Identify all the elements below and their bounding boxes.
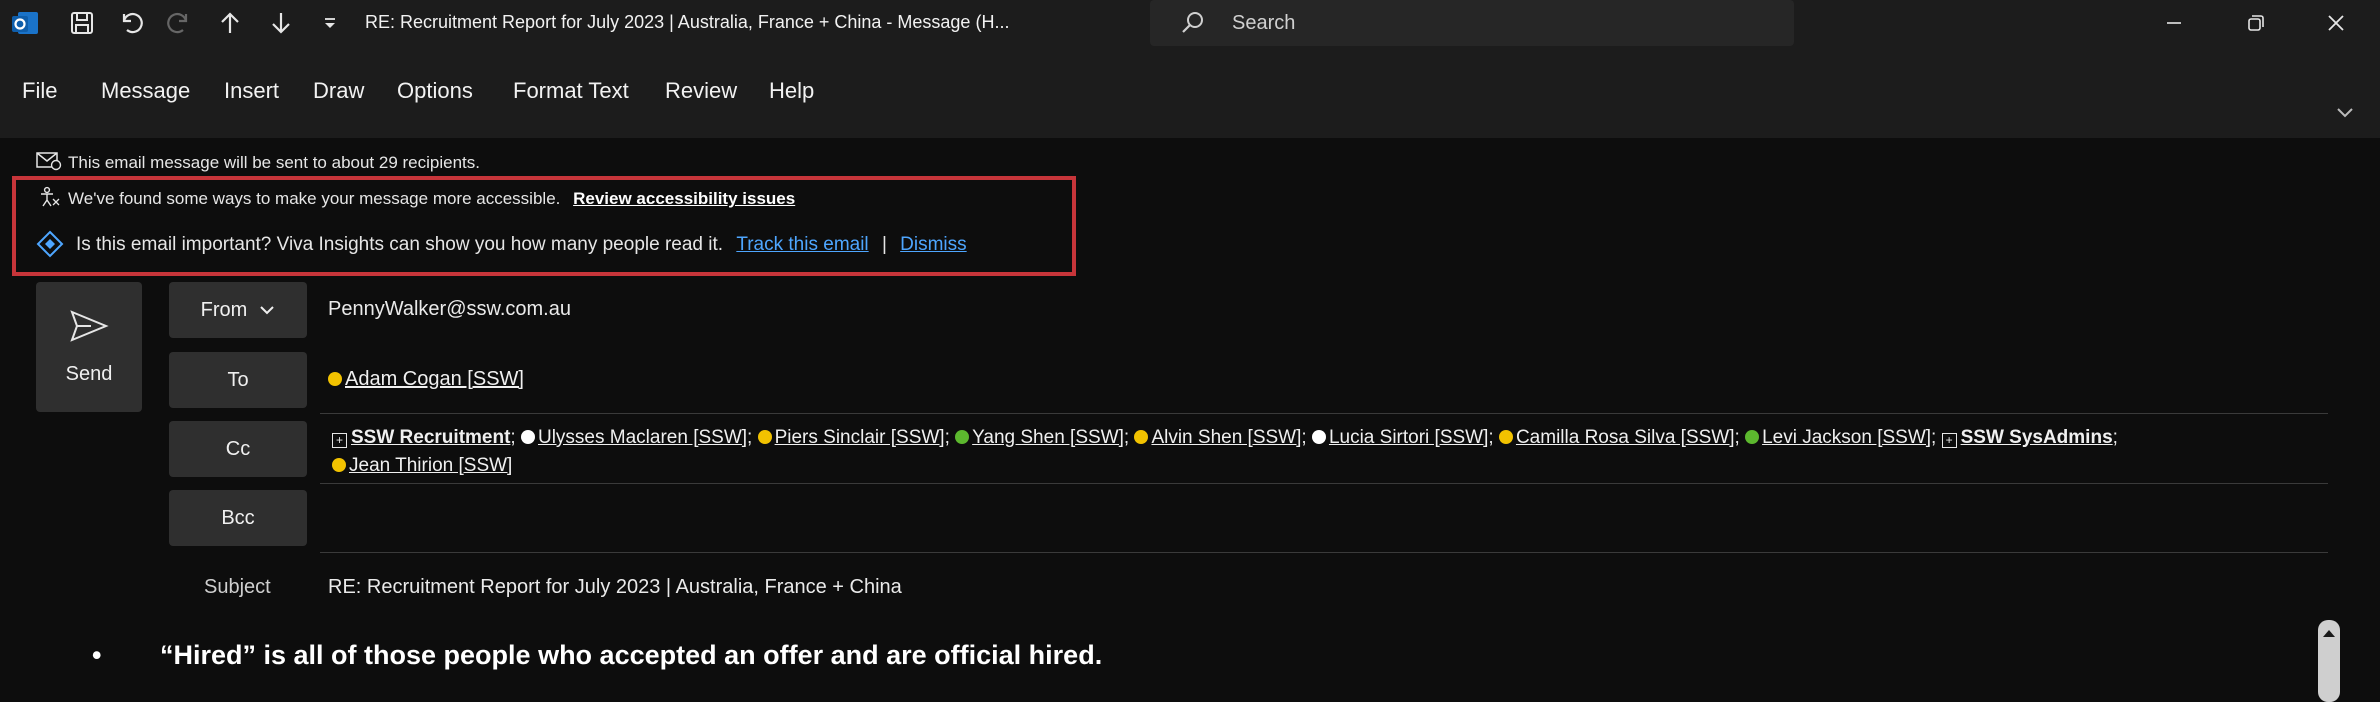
to-field[interactable]: Adam Cogan [SSW] — [328, 368, 524, 391]
send-button[interactable]: Send — [36, 282, 142, 412]
search-icon — [1180, 10, 1206, 41]
presence-offline-icon — [1311, 430, 1326, 444]
presence-available-icon — [1745, 430, 1760, 444]
field-divider — [320, 552, 2328, 553]
body-bullet-text: “Hired” is all of those people who accep… — [160, 640, 1103, 670]
menu-format-text[interactable]: Format Text — [513, 78, 629, 104]
restore-icon[interactable] — [2236, 6, 2276, 40]
minimize-icon[interactable] — [2154, 6, 2194, 40]
redo-icon[interactable] — [162, 6, 196, 40]
bcc-field[interactable] — [320, 490, 2328, 546]
recipient-chip[interactable]: SSW SysAdmins — [1961, 427, 2113, 448]
recipient-chip[interactable]: Piers Sinclair [SSW] — [775, 427, 945, 448]
search-label: Search — [1232, 12, 1296, 34]
presence-away-icon — [328, 372, 342, 386]
from-button[interactable]: From — [169, 282, 307, 338]
scroll-up-icon[interactable] — [2322, 628, 2336, 638]
recipient-chip[interactable]: Alvin Shen [SSW] — [1151, 427, 1301, 448]
recipient-chip[interactable]: Lucia Sirtori [SSW] — [1329, 427, 1488, 448]
recipients-mail-icon — [36, 150, 62, 177]
recipient-chip[interactable]: SSW Recruitment — [351, 427, 510, 448]
close-icon[interactable] — [2316, 6, 2356, 40]
recipient-chip[interactable]: Jean Thirion [SSW] — [349, 455, 512, 476]
field-divider — [320, 413, 2328, 414]
from-value: PennyWalker@ssw.com.au — [328, 298, 571, 320]
menu-help[interactable]: Help — [769, 78, 814, 104]
recipient-chip[interactable]: Adam Cogan [SSW] — [345, 368, 524, 390]
cc-field[interactable]: + SSW Recruitment; Ulysses Maclaren [SSW]… — [332, 424, 2118, 480]
send-icon — [69, 309, 109, 349]
window-title: RE: Recruitment Report for July 2023 | A… — [365, 12, 1010, 32]
bcc-label: Bcc — [221, 506, 255, 529]
presence-away-icon — [1498, 430, 1513, 444]
customize-toolbar-icon[interactable] — [313, 6, 347, 40]
from-label: From — [200, 298, 248, 321]
menu-message[interactable]: Message — [101, 78, 190, 104]
to-label: To — [227, 368, 249, 391]
group-expand-icon: + — [1941, 433, 1957, 448]
subject-field[interactable]: RE: Recruitment Report for July 2023 | A… — [328, 576, 902, 599]
cc-label: Cc — [225, 437, 251, 460]
down-arrow-icon[interactable] — [264, 6, 298, 40]
field-divider — [320, 483, 2328, 484]
cc-button[interactable]: Cc — [169, 421, 307, 477]
send-label: Send — [65, 362, 113, 385]
bullet-marker: • — [92, 640, 102, 670]
recipient-chip[interactable]: Yang Shen [SSW] — [972, 427, 1124, 448]
presence-away-icon — [332, 458, 346, 472]
menu-options[interactable]: Options — [397, 78, 473, 104]
bcc-button[interactable]: Bcc — [169, 490, 307, 546]
subject-label: Subject — [204, 576, 271, 598]
menu-file[interactable]: File — [22, 78, 57, 104]
presence-away-icon — [1134, 430, 1149, 444]
menu-draw[interactable]: Draw — [313, 78, 364, 104]
up-arrow-icon[interactable] — [213, 6, 247, 40]
highlight-box — [12, 176, 1076, 276]
menu-insert[interactable]: Insert — [224, 78, 279, 104]
undo-icon[interactable] — [114, 6, 148, 40]
vertical-scrollbar[interactable] — [2318, 620, 2340, 702]
to-button[interactable]: To — [169, 352, 307, 408]
presence-available-icon — [955, 430, 970, 444]
outlook-logo-icon — [8, 6, 42, 40]
presence-offline-icon — [520, 430, 535, 444]
presence-away-icon — [757, 430, 772, 444]
chevron-down-icon — [259, 299, 275, 322]
recipient-chip[interactable]: Camilla Rosa Silva [SSW] — [1516, 427, 1735, 448]
recipient-chip[interactable]: Ulysses Maclaren [SSW] — [538, 427, 747, 448]
recipient-chip[interactable]: Levi Jackson [SSW] — [1762, 427, 1931, 448]
save-icon[interactable] — [65, 6, 99, 40]
menu-review[interactable]: Review — [665, 78, 737, 104]
group-expand-icon: + — [332, 433, 347, 448]
recipients-notice: This email message will be sent to about… — [68, 153, 480, 172]
ribbon-collapse-icon[interactable] — [2334, 103, 2356, 130]
